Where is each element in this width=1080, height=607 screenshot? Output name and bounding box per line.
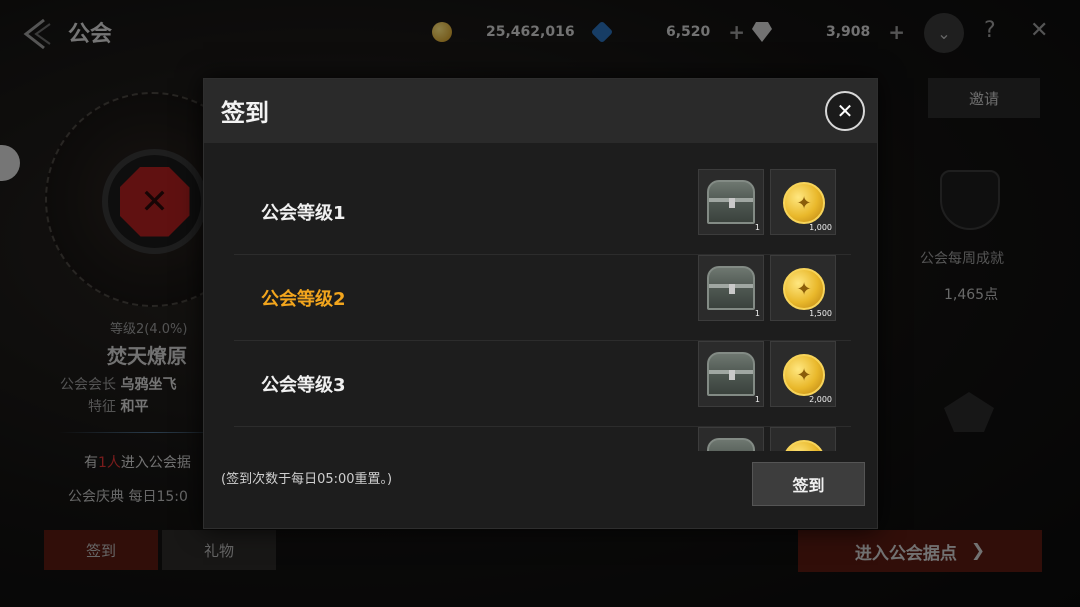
reward-chest[interactable] <box>698 427 764 451</box>
reward-coin[interactable]: ✦ 1,000 <box>770 169 836 235</box>
coin-quantity: 1,500 <box>809 309 832 318</box>
sign-in-button[interactable]: 签到 <box>752 462 865 506</box>
reward-list[interactable]: 公会等级1 1 ✦ 1,000 公会等级2 1 ✦ 1,500 公会等级3 1 … <box>234 169 851 451</box>
treasure-chest-icon <box>707 438 755 451</box>
treasure-chest-icon <box>707 180 755 224</box>
chest-quantity: 1 <box>754 223 760 232</box>
dialog-header: 签到 ✕ <box>204 79 877 143</box>
close-icon: ✕ <box>836 99 854 123</box>
dialog-title: 签到 <box>221 99 269 127</box>
treasure-chest-icon <box>707 266 755 310</box>
chest-quantity: 1 <box>754 309 760 318</box>
treasure-chest-icon <box>707 352 755 396</box>
reward-row: 公会等级1 1 ✦ 1,000 <box>234 169 851 255</box>
row-label: 公会等级1 <box>261 203 346 224</box>
signin-dialog: 签到 ✕ 公会等级1 1 ✦ 1,000 公会等级2 1 ✦ 1,500 公会等… <box>203 78 878 529</box>
reset-note: (签到次数于每日05:00重置。) <box>221 472 393 487</box>
reward-chest[interactable]: 1 <box>698 341 764 407</box>
reward-coin[interactable]: ✦ <box>770 427 836 451</box>
row-label: 公会等级3 <box>261 375 346 396</box>
gold-coin-icon: ✦ <box>783 440 825 451</box>
row-label: 公会等级2 <box>261 289 346 310</box>
reward-coin[interactable]: ✦ 2,000 <box>770 341 836 407</box>
coin-quantity: 1,000 <box>809 223 832 232</box>
chest-quantity: 1 <box>754 395 760 404</box>
reward-chest[interactable]: 1 <box>698 255 764 321</box>
gold-coin-icon: ✦ <box>783 182 825 224</box>
coin-quantity: 2,000 <box>809 395 832 404</box>
gold-coin-icon: ✦ <box>783 268 825 310</box>
reward-row: ✦ <box>234 427 851 451</box>
reward-chest[interactable]: 1 <box>698 169 764 235</box>
gold-coin-icon: ✦ <box>783 354 825 396</box>
reward-coin[interactable]: ✦ 1,500 <box>770 255 836 321</box>
dialog-close-button[interactable]: ✕ <box>825 91 865 131</box>
reward-row: 公会等级2 1 ✦ 1,500 <box>234 255 851 341</box>
reward-row: 公会等级3 1 ✦ 2,000 <box>234 341 851 427</box>
